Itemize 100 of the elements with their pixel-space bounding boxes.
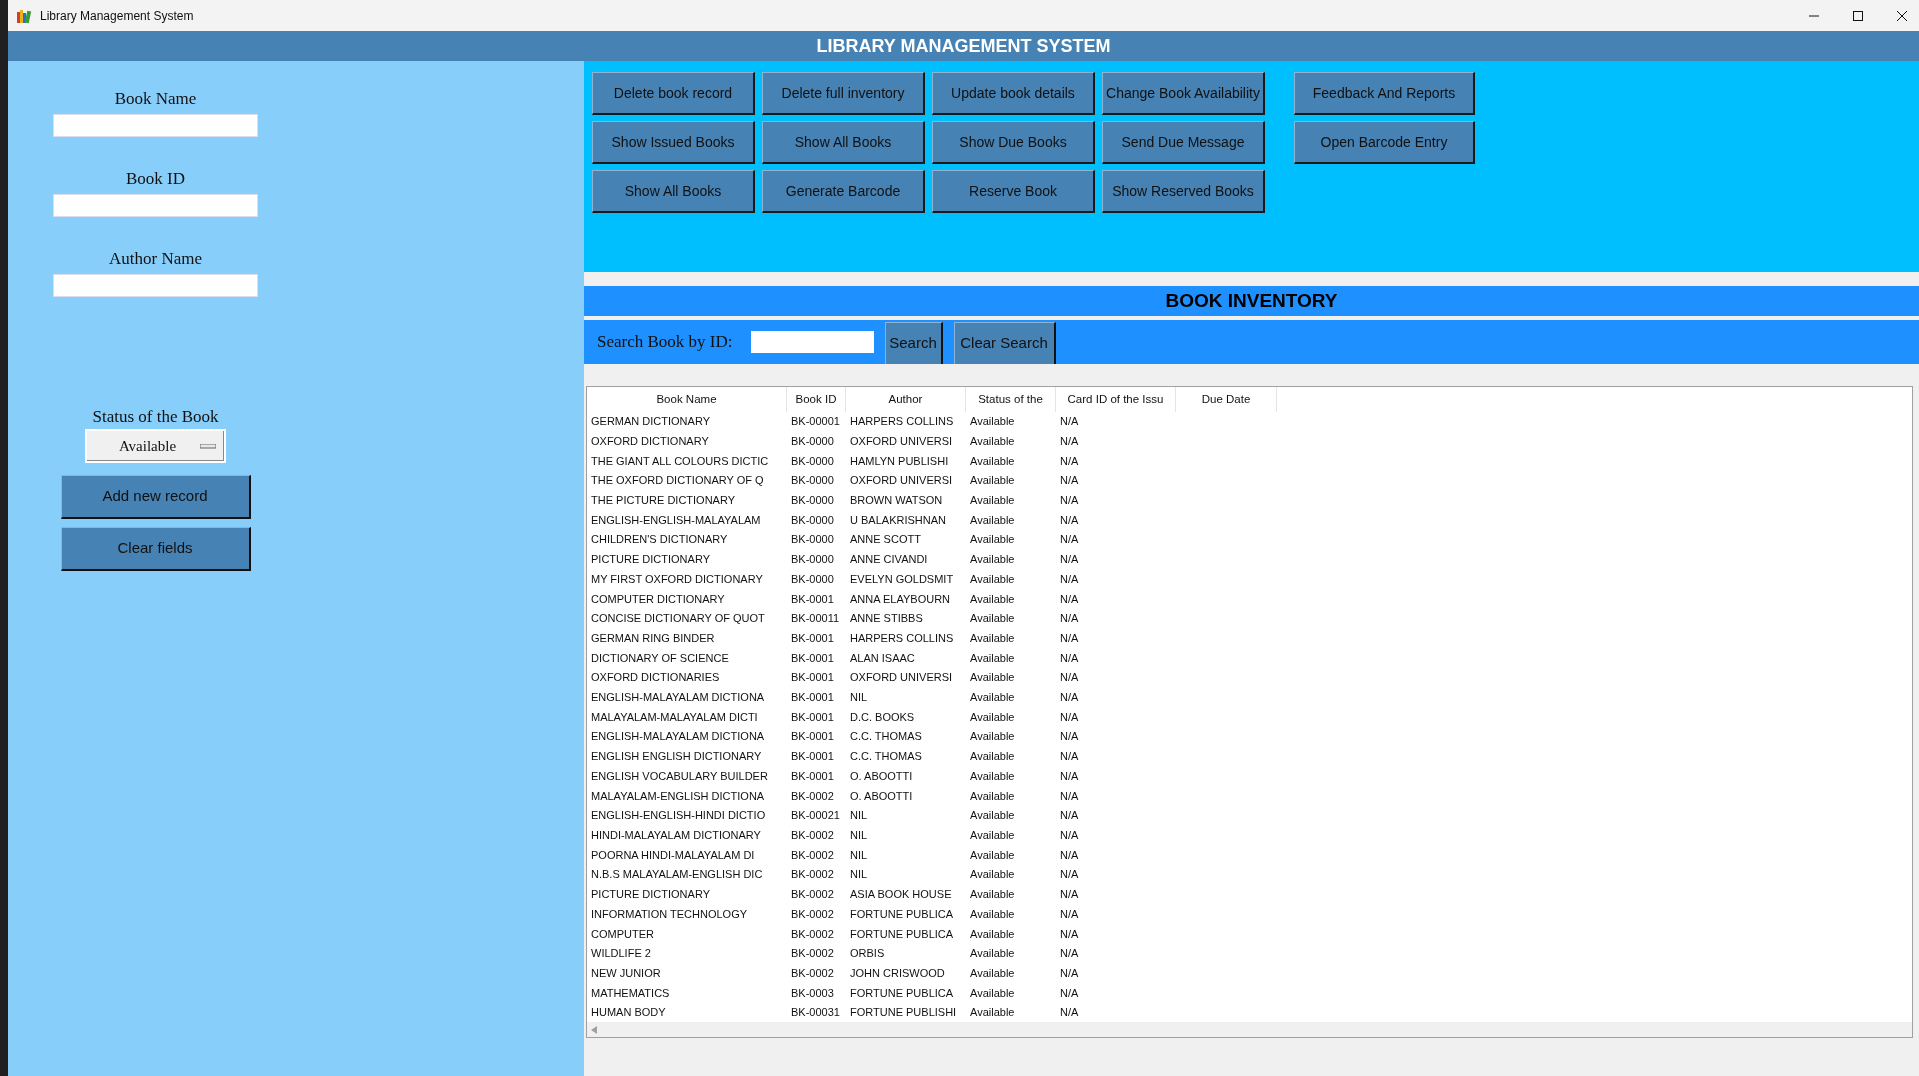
table-row[interactable]: POORNA HINDI-MALAYALAM DI BK-0002 NIL Available N/A (587, 845, 1912, 865)
table-cell-text: ANNE CIVANDI (849, 552, 929, 568)
table-row[interactable]: INFORMATION TECHNOLOGY BK-0002 FORTUNE PUBLICA Available N/A (587, 904, 1912, 924)
table-cell-text: N/A (1059, 611, 1080, 627)
table-row[interactable]: MATHEMATICS BK-0003 FORTUNE PUBLICA Available N/A (587, 983, 1912, 1003)
action-button[interactable]: Show Reserved Books (1102, 170, 1265, 213)
table-row[interactable]: NEW JUNIOR BK-0002 JOHN CRISWOOD Available N/A (587, 963, 1912, 983)
action-button[interactable]: Show Due Books (932, 121, 1095, 164)
table-row[interactable]: CONCISE DICTIONARY OF QUOT BK-00011 ANNE STIBBS Available N/A (587, 608, 1912, 629)
maximize-icon[interactable] (1853, 10, 1863, 21)
table-row[interactable]: N.B.S MALAYALAM-ENGLISH DIC BK-0002 NIL Available N/A (587, 864, 1912, 885)
input-field[interactable] (53, 114, 258, 137)
table-row[interactable]: HUMAN BODY BK-00031 FORTUNE PUBLISHI Available N/A (587, 1002, 1912, 1023)
table-cell-text: Available (969, 690, 1016, 706)
table-cell-text: Available (969, 493, 1016, 509)
action-button[interactable]: Delete full inventory (762, 72, 925, 115)
table-cell-text: BK-0000 (790, 552, 835, 568)
action-button[interactable]: Reserve Book (932, 170, 1095, 213)
action-button[interactable]: Update book details (932, 72, 1095, 115)
column-header[interactable]: Status of the (966, 387, 1056, 412)
table-cell-text: JOHN CRISWOOD (849, 965, 946, 981)
table-row[interactable]: ENGLISH-MALAYALAM DICTIONA BK-0001 NIL Available N/A (587, 687, 1912, 708)
table-cell-text: N/A (1059, 828, 1080, 843)
column-header[interactable]: Due Date (1176, 387, 1277, 412)
action-button[interactable]: Feedback And Reports (1294, 72, 1475, 115)
table-row[interactable]: MALAYALAM-ENGLISH DICTIONA BK-0002 O. ABOOTTI Available N/A (587, 786, 1912, 806)
table-row[interactable]: CHILDREN'S DICTIONARY BK-0000 ANNE SCOTT Available N/A (587, 529, 1912, 550)
table-row[interactable]: GERMAN DICTIONARY BK-00001 HARPERS COLLINS Available N/A (587, 411, 1912, 432)
table-row[interactable]: HINDI-MALAYALAM DICTIONARY BK-0002 NIL Available N/A (587, 825, 1912, 846)
table-row[interactable]: WILDLIFE 2 BK-0002 ORBIS Available N/A (587, 943, 1912, 964)
table-cell-text: Available (969, 887, 1016, 903)
column-header[interactable]: Book ID (787, 387, 846, 412)
table-cell-text: CHILDREN'S DICTIONARY (590, 532, 729, 548)
action-button[interactable]: Change Book Availability (1102, 72, 1265, 115)
action-button[interactable]: Send Due Message (1102, 121, 1265, 164)
column-header[interactable]: Author (846, 387, 966, 412)
table-cell-text: BK-0000 (790, 571, 835, 587)
table-row[interactable]: OXFORD DICTIONARY BK-0000 OXFORD UNIVERSI Available N/A (587, 431, 1912, 452)
table-row[interactable]: PICTURE DICTIONARY BK-0000 ANNE CIVANDI Available N/A (587, 549, 1912, 570)
table-cell-text: N/A (1059, 946, 1080, 962)
table-cell-text: N/A (1059, 591, 1080, 607)
table-cell-text: DICTIONARY OF SCIENCE (590, 650, 730, 666)
close-icon[interactable] (1897, 10, 1907, 21)
table-row[interactable]: ENGLISH ENGLISH DICTIONARY BK-0001 C.C. THOMAS Available N/A (587, 746, 1912, 767)
table-cell-text: N/A (1059, 847, 1080, 863)
table-cell-text: ALAN ISAAC (849, 650, 916, 666)
dropdown-indicator-icon (200, 443, 216, 449)
table-row[interactable]: MALAYALAM-MALAYALAM DICTI BK-0001 D.C. BOOKS Available N/A (587, 707, 1912, 727)
action-button[interactable]: Show All Books (762, 121, 925, 164)
action-button[interactable]: Generate Barcode (762, 170, 925, 213)
table-cell-text: Available (969, 828, 1016, 843)
status-dropdown[interactable]: Available (85, 429, 226, 463)
table-cell-text: BK-0002 (790, 965, 835, 981)
search-button[interactable]: Search (884, 322, 943, 364)
table-row[interactable]: ENGLISH VOCABULARY BUILDER BK-0001 O. ABOOTTI Available N/A (587, 766, 1912, 786)
table-row[interactable]: ENGLISH-ENGLISH-MALAYALAM BK-0000 U BALAKRISHNAN Available N/A (587, 510, 1912, 530)
table-row[interactable]: THE OXFORD DICTIONARY OF Q BK-0000 OXFORD UNIVERSI Available N/A (587, 470, 1912, 491)
table-row[interactable]: MY FIRST OXFORD DICTIONARY BK-0000 EVELYN GOLDSMIT Available N/A (587, 569, 1912, 589)
table-cell-text: Available (969, 946, 1016, 962)
table-cell-text: BK-00011 (790, 611, 841, 627)
action-button[interactable]: Delete book record (592, 72, 755, 115)
column-header[interactable]: Card ID of the Issu (1056, 387, 1176, 412)
table-row[interactable]: COMPUTER DICTIONARY BK-0001 ANNA ELAYBOURN Available N/A (587, 588, 1912, 609)
table-cell-text: BK-0001 (790, 729, 835, 745)
table-cell-text: OXFORD UNIVERSI (849, 473, 954, 489)
table-cell-text: BK-0002 (790, 887, 835, 903)
scroll-left-icon[interactable] (591, 1025, 597, 1034)
table-cell-text: POORNA HINDI-MALAYALAM DI (590, 847, 756, 863)
table-row[interactable]: THE GIANT ALL COLOURS DICTIC BK-0000 HAMLYN PUBLISHI Available N/A (587, 451, 1912, 471)
search-button[interactable]: Clear Search (953, 322, 1056, 364)
search-field[interactable] (750, 331, 874, 353)
table-row[interactable]: COMPUTER BK-0002 FORTUNE PUBLICA Available N/A (587, 923, 1912, 944)
column-header[interactable]: Book Name (587, 387, 787, 412)
table-cell-text: BK-0001 (790, 709, 835, 725)
field-label: Book Name (114, 89, 197, 109)
table-row[interactable]: DICTIONARY OF SCIENCE BK-0001 ALAN ISAAC Available N/A (587, 648, 1912, 668)
table-cell-text: Available (969, 867, 1016, 883)
table-cell-text: Available (969, 906, 1016, 922)
table-cell-text: Available (969, 768, 1016, 784)
table-cell-text: BK-0002 (790, 788, 835, 804)
horizontal-scrollbar[interactable] (587, 1022, 1912, 1038)
table-row[interactable]: ENGLISH-MALAYALAM DICTIONA BK-0001 C.C. THOMAS Available N/A (587, 726, 1912, 747)
action-button[interactable]: Open Barcode Entry (1294, 121, 1475, 164)
table-row[interactable]: ENGLISH-ENGLISH-HINDI DICTIO BK-00021 NIL Available N/A (587, 805, 1912, 826)
table-cell-text: BK-0001 (790, 690, 835, 706)
table-row[interactable]: THE PICTURE DICTIONARY BK-0000 BROWN WATSON Available N/A (587, 490, 1912, 511)
table-cell-text: Available (969, 512, 1016, 528)
table-cell-text: N/A (1059, 965, 1080, 981)
table-cell-text: BK-0000 (790, 473, 835, 489)
input-field[interactable] (53, 274, 258, 297)
form-button[interactable]: Clear fields (60, 527, 251, 571)
form-button[interactable]: Add new record (60, 475, 251, 519)
table-cell-text: BK-0002 (790, 926, 835, 942)
table-row[interactable]: OXFORD DICTIONARIES BK-0001 OXFORD UNIVERSI Available N/A (587, 667, 1912, 688)
action-button[interactable]: Show Issued Books (592, 121, 755, 164)
table-row[interactable]: GERMAN RING BINDER BK-0001 HARPERS COLLINS Available N/A (587, 628, 1912, 649)
table-cell-text: BK-0001 (790, 670, 835, 686)
table-row[interactable]: PICTURE DICTIONARY BK-0002 ASIA BOOK HOUSE Available N/A (587, 884, 1912, 905)
action-button[interactable]: Show All Books (592, 170, 755, 213)
input-field[interactable] (53, 194, 258, 217)
